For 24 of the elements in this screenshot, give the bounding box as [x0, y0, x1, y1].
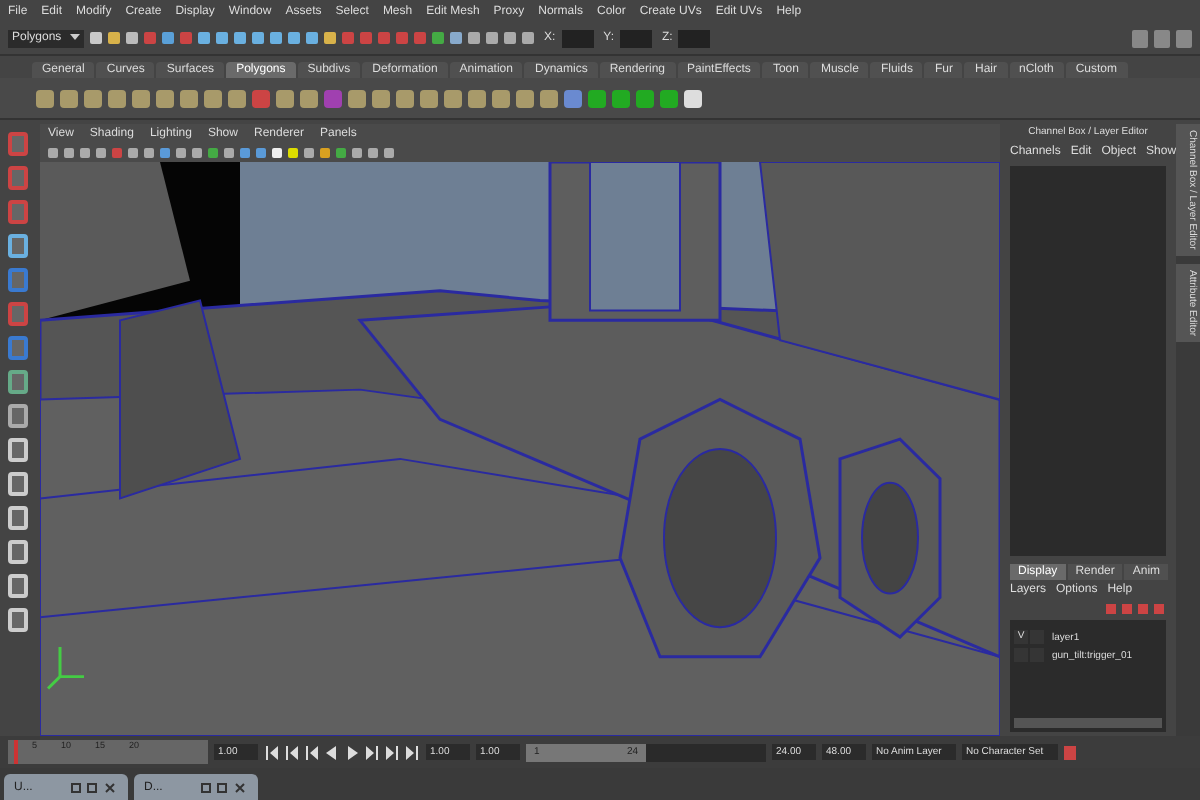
tool-icon[interactable] [8, 404, 28, 428]
current-time-marker[interactable] [14, 740, 18, 764]
tool-icon[interactable] [8, 336, 28, 360]
tool-icon[interactable] [8, 302, 28, 326]
playback-icon[interactable] [264, 745, 280, 759]
tool-icon[interactable] [8, 370, 28, 394]
input-field[interactable] [620, 29, 653, 47]
playback-icon[interactable] [384, 745, 400, 759]
input-field[interactable] [678, 29, 711, 47]
tool-icon[interactable] [8, 268, 28, 292]
tool-icon[interactable] [8, 166, 28, 190]
tool-icon[interactable] [8, 132, 28, 156]
playback-icon[interactable] [364, 745, 380, 759]
tool-icon[interactable] [8, 200, 28, 224]
playback-icon[interactable] [284, 745, 300, 759]
playback-icon[interactable] [304, 745, 320, 759]
preferences-icon[interactable] [1064, 745, 1076, 759]
tool-icon[interactable] [8, 234, 28, 258]
playback-icon[interactable] [404, 745, 420, 759]
window-controls-icon[interactable] [70, 781, 118, 793]
input-field[interactable] [561, 29, 594, 47]
window-controls-icon[interactable] [200, 781, 248, 793]
scrollbar[interactable] [1014, 718, 1162, 728]
caret-icon [70, 34, 80, 42]
